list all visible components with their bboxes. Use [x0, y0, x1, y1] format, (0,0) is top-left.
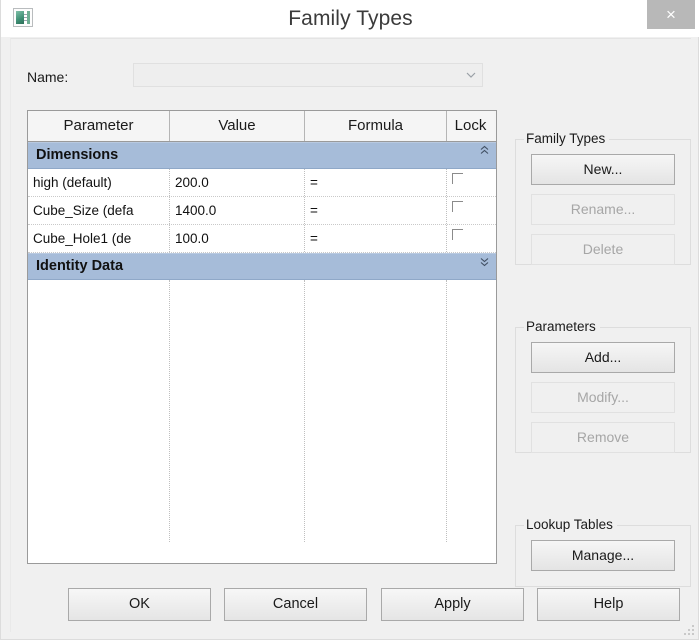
apply-button[interactable]: Apply — [381, 588, 524, 621]
family-type-name-combo[interactable] — [133, 63, 483, 87]
title-bar: Family Types × — [1, 0, 699, 37]
cell-lock[interactable] — [447, 197, 494, 224]
rename-type-button: Rename... — [531, 194, 675, 225]
name-label: Name: — [27, 69, 69, 85]
filler-column-formula — [305, 280, 447, 542]
column-header-formula[interactable]: Formula — [305, 111, 447, 141]
filler-column-value — [170, 280, 305, 542]
table-row[interactable]: Cube_Hole1 (de 100.0 = — [28, 225, 496, 253]
cancel-button[interactable]: Cancel — [224, 588, 367, 621]
modify-parameter-button: Modify... — [531, 382, 675, 413]
resize-grip[interactable] — [683, 624, 695, 636]
group-title: Parameters — [524, 319, 600, 334]
cell-value[interactable]: 100.0 — [170, 225, 305, 252]
group-title: Lookup Tables — [524, 517, 617, 532]
cell-formula[interactable]: = — [305, 169, 447, 196]
group-header-identity-data[interactable]: Identity Data — [28, 253, 496, 280]
lock-checkbox[interactable] — [452, 229, 463, 240]
cell-parameter[interactable]: Cube_Size (defa — [28, 197, 170, 224]
cell-parameter[interactable]: Cube_Hole1 (de — [28, 225, 170, 252]
close-icon[interactable]: × — [647, 0, 695, 29]
lock-checkbox[interactable] — [452, 173, 463, 184]
chevron-down-icon[interactable] — [466, 71, 476, 79]
new-type-button[interactable]: New... — [531, 154, 675, 185]
group-label: Identity Data — [36, 258, 124, 274]
group-label: Dimensions — [36, 147, 119, 163]
group-title: Family Types — [524, 131, 610, 146]
filler-column-lock — [447, 280, 494, 542]
dialog-client-area: Name: Parameter Value Formula Lock Dimen… — [10, 38, 691, 632]
delete-type-button: Delete — [531, 234, 675, 265]
cell-formula[interactable]: = — [305, 225, 447, 252]
cell-value[interactable]: 1400.0 — [170, 197, 305, 224]
remove-parameter-button: Remove — [531, 422, 675, 453]
table-empty-area[interactable] — [28, 280, 496, 542]
ok-button[interactable]: OK — [68, 588, 211, 621]
table-header-row: Parameter Value Formula Lock — [28, 111, 496, 142]
chevron-up-icon[interactable] — [479, 145, 490, 156]
dialog-footer: OK Cancel Apply Help — [11, 579, 692, 633]
table-row[interactable]: high (default) 200.0 = — [28, 169, 496, 197]
cell-value[interactable]: 200.0 — [170, 169, 305, 196]
column-header-value[interactable]: Value — [170, 111, 305, 141]
cell-formula[interactable]: = — [305, 197, 447, 224]
filler-column-parameter — [28, 280, 170, 542]
group-lookup-tables: Lookup Tables Manage... — [515, 517, 691, 587]
group-family-types: Family Types New... Rename... Delete — [515, 131, 691, 265]
lock-checkbox[interactable] — [452, 201, 463, 212]
manage-lookup-tables-button[interactable]: Manage... — [531, 540, 675, 571]
group-parameters: Parameters Add... Modify... Remove — [515, 319, 691, 453]
help-button[interactable]: Help — [537, 588, 680, 621]
window-title: Family Types — [288, 7, 413, 30]
add-parameter-button[interactable]: Add... — [531, 342, 675, 373]
chevron-down-icon[interactable] — [479, 256, 490, 267]
column-header-parameter[interactable]: Parameter — [28, 111, 170, 141]
cell-parameter[interactable]: high (default) — [28, 169, 170, 196]
cell-lock[interactable] — [447, 225, 494, 252]
group-header-dimensions[interactable]: Dimensions — [28, 142, 496, 169]
family-types-dialog: Family Types × Name: Parameter Value For… — [0, 0, 699, 640]
parameters-table[interactable]: Parameter Value Formula Lock Dimensions … — [27, 110, 497, 564]
column-header-lock[interactable]: Lock — [447, 111, 494, 141]
cell-lock[interactable] — [447, 169, 494, 196]
table-row[interactable]: Cube_Size (defa 1400.0 = — [28, 197, 496, 225]
